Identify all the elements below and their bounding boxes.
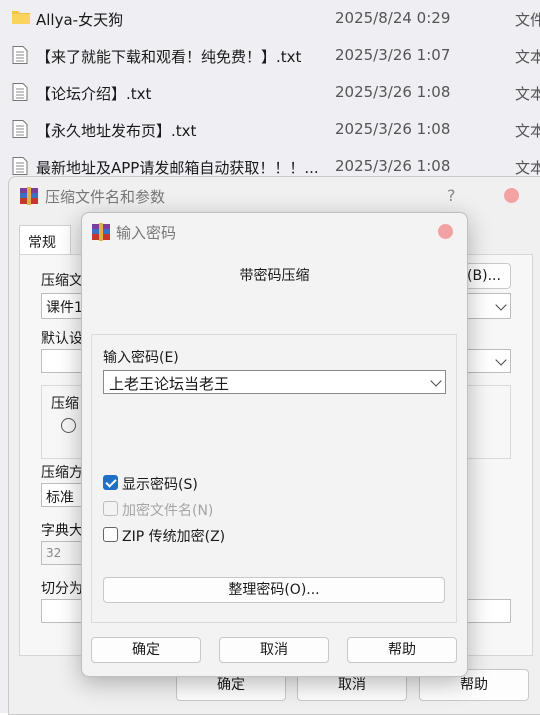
dialog-title: 输入密码: [116, 224, 177, 242]
file-date: 2025/8/24 0:29: [335, 9, 451, 27]
file-row[interactable]: 【论坛介绍】.txt 2025/3/26 1:08 文本: [0, 74, 540, 111]
text-file-icon: [12, 120, 28, 142]
file-type: 文本: [515, 122, 540, 140]
chevron-down-icon: [430, 375, 442, 387]
file-type: 文本: [515, 48, 540, 66]
cancel-button[interactable]: 取消: [219, 637, 329, 663]
file-name: 【论坛介绍】.txt: [36, 85, 152, 103]
file-row[interactable]: 【永久地址发布页】.txt 2025/3/26 1:08 文本: [0, 111, 540, 148]
winrar-icon: [91, 222, 111, 246]
file-name: Allya-女天狗: [36, 11, 124, 29]
file-row[interactable]: 【来了就能下载和观看！纯免费！】.txt 2025/3/26 1:07 文本: [0, 37, 540, 74]
dictionary-label: 字典大: [41, 523, 83, 539]
file-date: 2025/3/26 1:08: [335, 157, 451, 175]
method-value: 标准: [46, 490, 74, 506]
format-group-label: 压缩: [51, 396, 79, 412]
file-type: 文本: [515, 85, 540, 103]
folder-icon: [12, 9, 30, 29]
text-file-icon: [12, 46, 28, 68]
dictionary-value: 32: [46, 546, 62, 560]
method-label: 压缩方: [41, 465, 83, 481]
winrar-icon: [19, 186, 39, 210]
help-button[interactable]: 帮助: [347, 637, 457, 663]
file-name: 【来了就能下载和观看！纯免费！】.txt: [36, 48, 302, 66]
default-profile-label: 默认设: [41, 331, 83, 347]
format-radio[interactable]: [61, 418, 76, 433]
encrypt-filenames-checkbox[interactable]: [103, 501, 118, 516]
tab-general[interactable]: 常规: [19, 225, 71, 255]
password-input[interactable]: 上老王论坛当老王: [103, 370, 446, 394]
close-icon[interactable]: [504, 188, 519, 203]
dialog-heading: 带密码压缩: [239, 268, 310, 284]
file-date: 2025/3/26 1:07: [335, 46, 451, 64]
ok-button[interactable]: 确定: [91, 637, 201, 663]
encrypt-filenames-label: 加密文件名(N): [122, 503, 214, 519]
show-password-label: 显示密码(S): [122, 477, 198, 493]
archive-name-label: 压缩文: [41, 273, 83, 289]
file-row[interactable]: Allya-女天狗 2025/8/24 0:29 文件: [0, 0, 540, 37]
split-label: 切分为: [41, 581, 83, 597]
file-date: 2025/3/26 1:08: [335, 120, 451, 138]
archive-name-value: 课件1: [46, 300, 83, 316]
file-date: 2025/3/26 1:08: [335, 83, 451, 101]
file-name: 【永久地址发布页】.txt: [36, 122, 197, 140]
enter-password-dialog: 输入密码 带密码压缩 输入密码(E) 上老王论坛当老王 显示密码(S) 加密文件…: [81, 212, 468, 677]
chevron-down-icon: [495, 299, 507, 311]
show-password-checkbox[interactable]: [103, 475, 118, 490]
password-value: 上老王论坛当老王: [109, 375, 230, 393]
file-type: 文件: [515, 11, 540, 29]
zip-legacy-encryption-checkbox[interactable]: [103, 527, 118, 542]
organize-passwords-button[interactable]: 整理密码(O)...: [103, 577, 445, 603]
close-icon[interactable]: [438, 224, 453, 239]
help-icon[interactable]: ?: [447, 186, 456, 205]
zip-legacy-encryption-label: ZIP 传统加密(Z): [122, 529, 226, 545]
file-name: 最新地址及APP请发邮箱自动获取！！！...: [36, 159, 319, 177]
chevron-down-icon: [495, 354, 507, 366]
password-label: 输入密码(E): [103, 350, 179, 366]
dialog-title: 压缩文件名和参数: [45, 188, 166, 206]
file-type: 文本: [515, 159, 540, 177]
text-file-icon: [12, 83, 28, 105]
